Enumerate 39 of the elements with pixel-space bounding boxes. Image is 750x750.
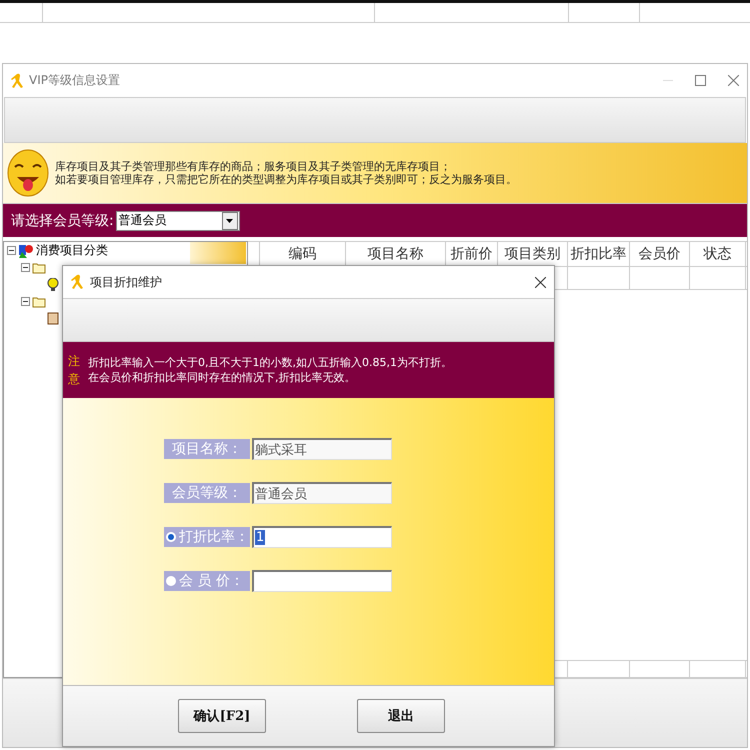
notice-text: 如若要项目管理库存，只需把它所在的类型调整为库存项目或其子类别即可；反之为服务项目。 <box>55 173 517 186</box>
radio-button[interactable] <box>166 532 176 542</box>
level-dropdown[interactable]: 普通会员 <box>116 210 240 230</box>
input-field[interactable]: 躺式采耳 <box>252 438 392 460</box>
notice-text: 折扣比率输入一个大于0,且不大于1的小数,如八五折输入0.85,1为不打折。 <box>88 355 452 370</box>
expander-icon[interactable] <box>7 246 16 255</box>
lightbulb-icon <box>47 278 59 292</box>
input-field[interactable] <box>252 570 392 592</box>
input-field[interactable]: 普通会员 <box>252 482 392 504</box>
radio-button[interactable] <box>166 576 176 586</box>
notice-mark: 意 <box>68 372 80 386</box>
runner-icon <box>71 274 85 290</box>
level-label: 请选择会员等级: <box>11 212 114 230</box>
notice-mark: 注 <box>68 354 80 368</box>
field-label: 会员等级： <box>164 483 250 503</box>
notice-text: 库存项目及其子类管理那些有库存的商品；服务项目及其子类管理的无库存项目； <box>55 160 452 173</box>
dropdown-arrow-icon <box>226 218 234 222</box>
close-icon[interactable] <box>535 276 546 288</box>
column-header[interactable]: 状态 <box>690 242 746 266</box>
expander-icon[interactable] <box>21 297 30 306</box>
field-label: 项目名称： <box>164 439 250 459</box>
maximize-icon[interactable] <box>695 75 706 86</box>
window-title: VIP等级信息设置 <box>29 72 120 89</box>
shapes-icon <box>18 242 34 258</box>
folder-icon <box>32 296 46 308</box>
confirm-button[interactable]: 确认[F2] <box>178 699 266 733</box>
expander-icon[interactable] <box>21 263 30 272</box>
input-field[interactable]: 1 <box>252 526 392 548</box>
tree-node-label[interactable]: 消费项目分类 <box>36 242 108 259</box>
splitter-panel <box>190 242 246 264</box>
notice-text: 在会员价和折扣比率同时存在的情况下,折扣比率无效。 <box>88 370 356 385</box>
exit-button[interactable]: 退出 <box>357 699 445 733</box>
column-header[interactable]: 折扣比率 <box>568 242 630 266</box>
folder-icon <box>32 262 46 274</box>
dialog-title: 项目折扣维护 <box>90 274 162 290</box>
box-icon <box>47 312 59 325</box>
smiley-icon <box>7 149 49 197</box>
column-header[interactable]: 会员价 <box>630 242 690 266</box>
runner-icon <box>11 72 25 88</box>
